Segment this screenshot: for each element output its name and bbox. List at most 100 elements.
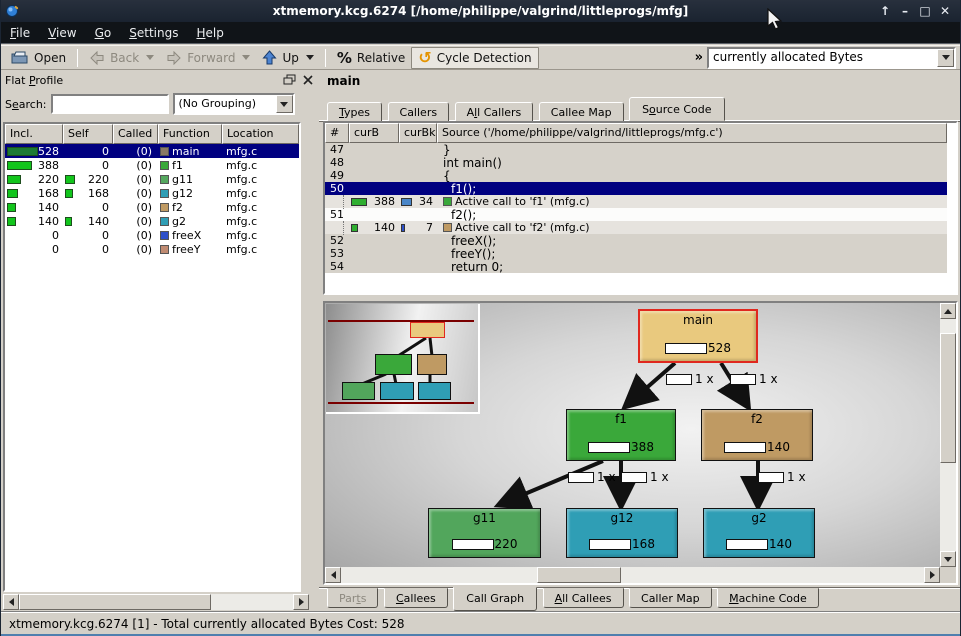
tab-caller-map[interactable]: Caller Map xyxy=(629,588,712,608)
column-header-self[interactable]: Self xyxy=(63,124,113,144)
scroll-left-icon[interactable] xyxy=(3,594,19,610)
graph-node-g11[interactable]: g11 220 xyxy=(428,508,541,558)
column-header-incl[interactable]: Incl. xyxy=(5,124,63,144)
menu-help[interactable]: Help xyxy=(187,22,232,43)
source-line[interactable]: 49 { xyxy=(325,169,947,182)
graph-hscrollbar[interactable] xyxy=(325,567,940,583)
graph-node-g12[interactable]: g12 168 xyxy=(566,508,678,558)
incl-bar xyxy=(7,189,18,198)
tab-all-callees[interactable]: All Callees xyxy=(543,588,624,608)
menu-file[interactable]: File xyxy=(1,22,39,43)
scroll-up-icon[interactable] xyxy=(940,303,956,319)
graph-overview-minimap[interactable] xyxy=(326,304,480,414)
graph-node-main[interactable]: main 528 xyxy=(638,309,758,363)
graph-vscrollbar[interactable] xyxy=(940,303,956,567)
tab-types[interactable]: Types xyxy=(327,102,382,122)
scrollbar-thumb[interactable] xyxy=(940,333,956,463)
table-row-f2[interactable]: 140 0 (0) f2 mfg.c xyxy=(5,200,299,214)
source-line-selected[interactable]: 50 f1(); xyxy=(325,182,947,195)
graph-node-g2[interactable]: g2 140 xyxy=(703,508,815,558)
function-icon xyxy=(160,217,169,226)
back-button[interactable]: Back xyxy=(83,47,160,69)
up-button[interactable]: Up xyxy=(256,47,319,69)
back-dropdown-icon[interactable] xyxy=(146,55,154,60)
application-window: xtmemory.kcg.6274 [/home/philippe/valgri… xyxy=(0,0,961,636)
cost-bar xyxy=(726,539,768,550)
source-line[interactable]: 51 f2(); xyxy=(325,208,947,221)
scroll-right-icon[interactable] xyxy=(293,594,309,610)
tab-source-code[interactable]: Source Code xyxy=(629,97,724,121)
event-type-value: currently allocated Bytes xyxy=(709,49,937,67)
up-dropdown-icon[interactable] xyxy=(306,55,314,60)
source-line[interactable]: 52 freeX(); xyxy=(325,234,947,247)
column-header-line[interactable]: # xyxy=(325,123,349,143)
column-header-curb[interactable]: curB xyxy=(349,123,399,143)
tab-call-graph[interactable]: Call Graph xyxy=(453,587,537,611)
scroll-left-icon[interactable] xyxy=(325,567,341,583)
scroll-right-icon[interactable] xyxy=(924,567,940,583)
column-header-called[interactable]: Called xyxy=(113,124,158,144)
forward-dropdown-icon[interactable] xyxy=(242,55,250,60)
column-header-location[interactable]: Location xyxy=(222,124,299,144)
search-input[interactable] xyxy=(51,94,169,114)
curbk-bar xyxy=(401,198,412,206)
table-row-freeX[interactable]: 0 0 (0) freeX mfg.c xyxy=(5,228,299,242)
event-type-dropdown-button[interactable] xyxy=(937,49,954,67)
open-button[interactable]: Open xyxy=(5,47,72,69)
menu-settings[interactable]: Settings xyxy=(120,22,187,43)
relative-toggle-button[interactable]: % Relative xyxy=(331,47,411,69)
active-call-row-f2[interactable]: 140 7 Active call to 'f2' (mfg.c) xyxy=(325,221,947,234)
graph-node-f2[interactable]: f2 140 xyxy=(701,409,813,461)
source-line[interactable]: 53 freeY(); xyxy=(325,247,947,260)
scroll-down-icon[interactable] xyxy=(940,551,956,567)
tab-callers[interactable]: Callers xyxy=(388,102,450,122)
title-bar: xtmemory.kcg.6274 [/home/philippe/valgri… xyxy=(1,0,960,22)
event-type-selector[interactable]: currently allocated Bytes xyxy=(707,47,956,69)
column-header-source[interactable]: Source ('/home/philippe/valgrind/littlep… xyxy=(437,123,947,143)
table-row-g11[interactable]: 220 220 (0) g11 mfg.c xyxy=(5,172,299,186)
flat-profile-hscrollbar[interactable] xyxy=(3,594,309,610)
maximize-button[interactable]: □ xyxy=(916,2,934,20)
tab-callee-map[interactable]: Callee Map xyxy=(539,102,624,122)
call-cost-bar xyxy=(758,472,784,483)
table-row-g2[interactable]: 140 140 (0) g2 mfg.c xyxy=(5,214,299,228)
table-row-freeY[interactable]: 0 0 (0) freeY mfg.c xyxy=(5,242,299,256)
scrollbar-thumb[interactable] xyxy=(19,594,211,610)
function-detail-pane: main Types Callers All Callers Callee Ma… xyxy=(319,70,961,612)
cycle-detection-toggle-button[interactable]: ↺ Cycle Detection xyxy=(411,47,538,69)
toolbar-overflow-button[interactable]: » xyxy=(695,50,703,65)
keep-above-button[interactable]: ↑ xyxy=(876,2,894,20)
close-button[interactable]: ✕ xyxy=(936,2,954,20)
tab-callees[interactable]: Callees xyxy=(384,588,448,608)
cost-bar xyxy=(588,442,630,453)
table-row-f1[interactable]: 388 0 (0) f1 mfg.c xyxy=(5,158,299,172)
tab-all-callers[interactable]: All Callers xyxy=(455,102,534,122)
source-line[interactable]: 48 int main() xyxy=(325,156,947,169)
table-row-main[interactable]: 528 0 (0) main mfg.c xyxy=(5,144,299,158)
column-header-function[interactable]: Function xyxy=(158,124,222,144)
tab-parts[interactable]: Parts xyxy=(327,588,378,608)
grouping-dropdown-button[interactable] xyxy=(276,95,293,113)
float-icon[interactable] xyxy=(283,74,297,86)
menu-go[interactable]: Go xyxy=(86,22,121,43)
dock-titlebar[interactable]: Flat Profile xyxy=(1,70,319,90)
active-call-row-f1[interactable]: 388 34 Active call to 'f1' (mfg.c) xyxy=(325,195,947,208)
menu-view[interactable]: View xyxy=(39,22,85,43)
graph-node-f1[interactable]: f1 388 xyxy=(566,409,676,461)
minimize-button[interactable]: – xyxy=(896,2,914,20)
tab-machine-code[interactable]: Machine Code xyxy=(717,588,819,608)
cost-bar xyxy=(452,539,494,550)
table-row-g12[interactable]: 168 168 (0) g12 mfg.c xyxy=(5,186,299,200)
source-line[interactable]: 47 } xyxy=(325,143,947,156)
tree-branch-icon xyxy=(343,221,344,235)
column-header-curbk[interactable]: curBk xyxy=(399,123,437,143)
scrollbar-thumb[interactable] xyxy=(537,567,621,583)
status-text: xtmemory.kcg.6274 [1] - Total currently … xyxy=(9,617,404,631)
call-graph-canvas[interactable]: main 528 f1 388 f2 140 g11 220 g12 168 g… xyxy=(323,301,958,585)
grouping-selector[interactable]: (No Grouping) xyxy=(173,93,295,115)
flat-profile-header: Incl. Self Called Function Location xyxy=(5,124,299,144)
forward-button[interactable]: Forward xyxy=(160,47,256,69)
source-line[interactable]: 54 return 0; xyxy=(325,260,947,273)
close-icon[interactable] xyxy=(301,74,315,86)
self-bar xyxy=(65,189,73,198)
